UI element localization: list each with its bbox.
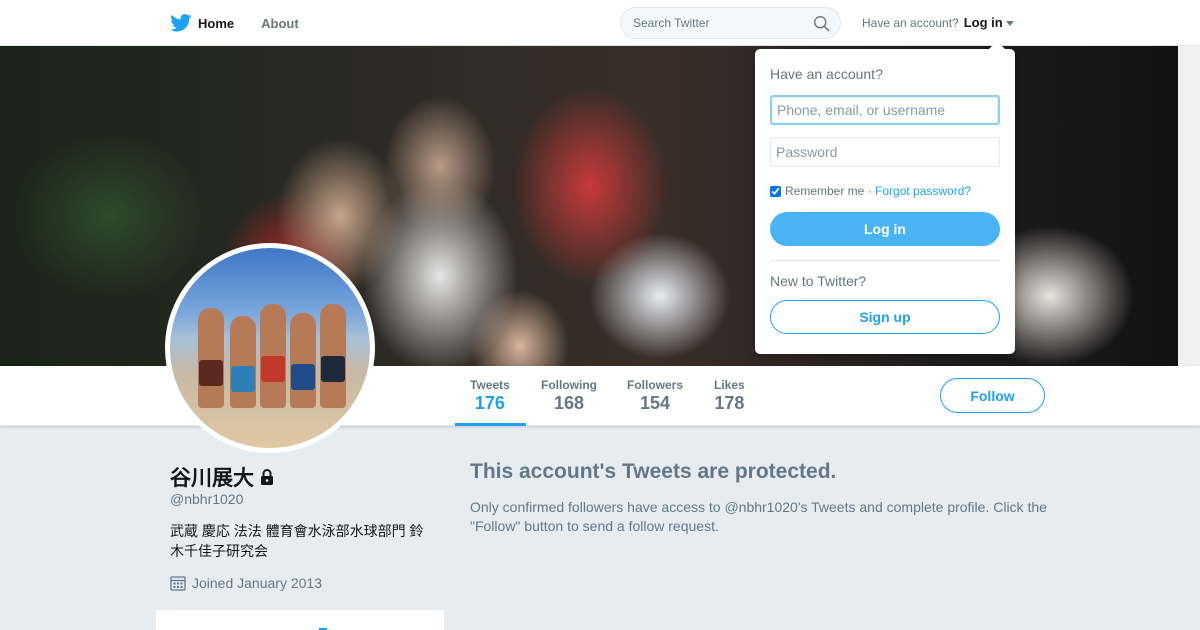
stat-value: 154 — [639, 393, 671, 413]
about-link[interactable]: About — [261, 16, 299, 31]
login-menu-toggle[interactable]: Log in — [964, 15, 1003, 30]
remember-me-label[interactable]: Remember me — [785, 184, 864, 198]
home-link[interactable]: Home — [170, 14, 234, 32]
forgot-password-link[interactable]: Forgot password? — [875, 184, 971, 198]
new-to-twitter-label: New to Twitter? — [770, 273, 867, 289]
stat-label: Tweets — [470, 378, 510, 392]
join-date-text: Joined January 2013 — [192, 575, 322, 591]
caret-down-icon[interactable] — [1005, 21, 1014, 26]
stat-label: Likes — [714, 378, 745, 392]
login-dropdown-heading: Have an account? — [770, 66, 883, 82]
avatar-detail — [199, 360, 223, 386]
avatar-detail — [261, 356, 285, 382]
search-input[interactable] — [633, 16, 803, 30]
calendar-icon — [170, 576, 186, 591]
profile-name: 谷川展大 — [170, 462, 276, 492]
active-tab-indicator — [455, 423, 526, 426]
remember-me-checkbox[interactable] — [770, 185, 781, 197]
password-field[interactable] — [770, 137, 1000, 167]
username-field[interactable] — [770, 95, 1000, 125]
follow-button[interactable]: Follow — [940, 378, 1045, 413]
search-icon[interactable] — [813, 15, 830, 32]
protected-title: This account's Tweets are protected. — [470, 460, 837, 483]
home-label: Home — [198, 15, 235, 31]
top-navigation-bar: Home About Have an account? Log in — [0, 0, 1200, 46]
stat-tweets[interactable]: Tweets 176 — [470, 378, 510, 414]
sidebar-card — [156, 610, 444, 630]
avatar-detail — [321, 356, 345, 382]
stat-following[interactable]: Following 168 — [541, 378, 597, 414]
search-box[interactable] — [620, 7, 841, 39]
avatar-figure — [290, 313, 316, 408]
avatar-detail — [291, 364, 315, 390]
profile-name-text: 谷川展大 — [170, 467, 254, 490]
remember-separator: · — [864, 184, 876, 198]
profile-screen-name[interactable]: @nbhr1020 — [170, 491, 243, 507]
login-dropdown: Have an account? Remember me · Forgot pa… — [755, 41, 1015, 354]
avatar-detail — [231, 366, 255, 392]
lock-icon — [261, 469, 273, 485]
stat-value: 178 — [714, 393, 745, 413]
banner-edge — [1178, 46, 1200, 366]
stat-label: Following — [541, 378, 597, 392]
protected-text: Only confirmed followers have access to … — [470, 499, 1047, 534]
profile-join-date: Joined January 2013 — [170, 575, 322, 591]
stat-likes[interactable]: Likes 178 — [714, 378, 745, 414]
avatar-figure — [230, 316, 256, 408]
signup-button[interactable]: Sign up — [770, 300, 1000, 334]
stat-value: 176 — [474, 393, 505, 413]
profile-avatar[interactable] — [165, 243, 375, 453]
stat-followers[interactable]: Followers 154 — [627, 378, 683, 414]
stat-label: Followers — [627, 378, 684, 392]
stat-value: 168 — [553, 393, 585, 413]
login-button[interactable]: Log in — [770, 212, 1000, 246]
avatar-figure — [198, 308, 224, 408]
twitter-bird-icon — [170, 14, 192, 32]
nav-left: Home About — [170, 0, 326, 46]
login-menu: Have an account? Log in — [862, 15, 1014, 30]
dropdown-divider — [770, 260, 1000, 261]
have-account-text: Have an account? — [862, 15, 959, 30]
remember-row: Remember me · Forgot password? — [770, 184, 971, 198]
profile-bio: 武蔵 慶応 法法 體育會水泳部水球部門 鈴木千佳子研究会 — [170, 523, 424, 559]
